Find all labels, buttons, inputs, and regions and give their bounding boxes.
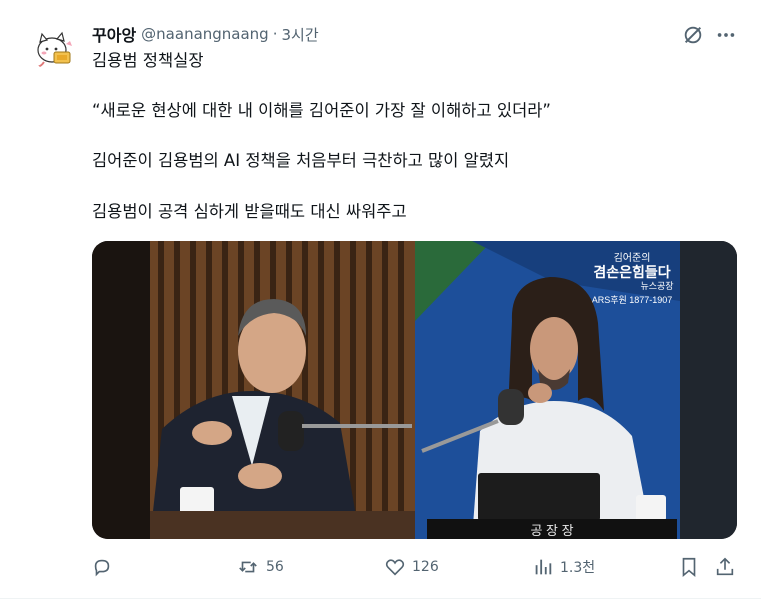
- studio-banner-text: 공 장 장: [530, 523, 573, 538]
- separator-dot: ·: [272, 25, 278, 43]
- grok-button[interactable]: [680, 22, 706, 48]
- tweet[interactable]: 꾸아앙 @naanangnaang · 3시간 김용범 정책실장 “새로운 현상…: [0, 0, 761, 604]
- avatar-cat-icon: [30, 22, 80, 72]
- avatar[interactable]: [30, 22, 80, 72]
- tweet-text-line-4: 김용범이 공격 심하게 받을때도 대신 싸워주고: [92, 202, 407, 221]
- like-button[interactable]: 126: [384, 556, 439, 578]
- display-name[interactable]: 꾸아앙: [92, 22, 136, 46]
- reply-icon: [94, 559, 110, 577]
- retweet-icon: [239, 561, 257, 573]
- views-icon: [535, 559, 552, 575]
- share-icon: [716, 557, 734, 576]
- views-count: 1.3천: [560, 560, 596, 576]
- heart-icon: [385, 559, 405, 576]
- grok-icon: [684, 26, 702, 44]
- bookmark-button[interactable]: [678, 556, 700, 578]
- share-button[interactable]: [714, 556, 736, 578]
- bookmark-icon: [682, 557, 696, 578]
- views-button[interactable]: 1.3천: [532, 556, 595, 578]
- show-logo-phone: ARS후원 1877-1907: [592, 295, 673, 305]
- studio-photo: 김어준의 겸손은힘들다 뉴스공장 ARS후원 1877-1907 공 장 장: [92, 241, 737, 539]
- retweet-count: 56: [266, 559, 284, 575]
- retweet-button[interactable]: 56: [236, 556, 284, 578]
- tweet-text-line-3: 김어준이 김용범의 AI 정책을 처음부터 극찬하고 많이 알렸지: [92, 151, 510, 170]
- show-logo-line2: 겸손은힘들다: [593, 264, 670, 280]
- action-bar: 56 126 1.3천: [0, 556, 761, 580]
- tweet-header: 꾸아앙 @naanangnaang · 3시간: [92, 22, 319, 46]
- tweet-media[interactable]: 김어준의 겸손은힘들다 뉴스공장 ARS후원 1877-1907 공 장 장: [92, 241, 737, 539]
- show-logo-line3: 뉴스공장: [640, 281, 673, 291]
- tweet-text-line-2: “새로운 현상에 대한 내 이해를 김어준이 가장 잘 이해하고 있더라”: [92, 101, 551, 120]
- show-logo-line1: 김어준의: [614, 252, 651, 264]
- more-button[interactable]: [713, 22, 739, 48]
- divider: [0, 598, 761, 599]
- like-count: 126: [412, 559, 439, 575]
- timestamp[interactable]: 3시간: [282, 24, 319, 45]
- reply-button[interactable]: [91, 556, 119, 578]
- tweet-text-line-1: 김용범 정책실장: [92, 51, 204, 70]
- more-icon: [717, 33, 735, 37]
- user-handle[interactable]: @naanangnaang: [141, 25, 269, 43]
